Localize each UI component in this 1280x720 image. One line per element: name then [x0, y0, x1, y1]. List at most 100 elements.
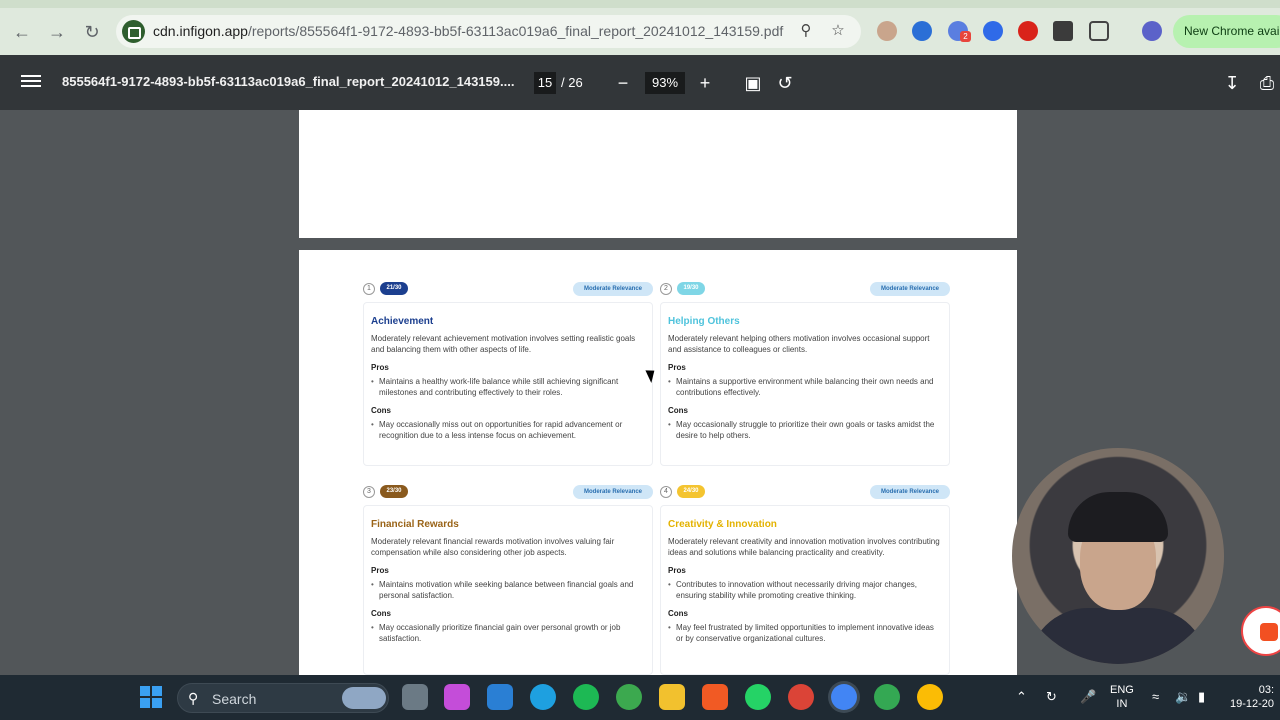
- page-number-input[interactable]: 15: [534, 72, 556, 94]
- con-item: May occasionally miss out on opportuniti…: [371, 419, 645, 441]
- language-indicator[interactable]: ENG IN: [1110, 683, 1134, 711]
- card-number: 1: [363, 283, 375, 295]
- extension-circle-icon[interactable]: [983, 21, 1003, 41]
- sync-icon[interactable]: ↻: [1046, 689, 1057, 705]
- task-view-icon[interactable]: [402, 684, 428, 710]
- taskbar-search[interactable]: ⚲ Search: [177, 683, 389, 713]
- pro-item: Contributes to innovation without necess…: [668, 579, 942, 601]
- url-text[interactable]: cdn.infigon.app/reports/855564f1-9172-48…: [153, 23, 783, 39]
- pro-item: Maintains a supportive environment while…: [668, 376, 942, 398]
- download-icon[interactable]: ↧: [1220, 71, 1244, 95]
- zoom-out-icon[interactable]: −: [611, 71, 635, 95]
- language-code: ENG: [1110, 684, 1134, 696]
- card-title: Helping Others: [668, 316, 740, 327]
- pro-item: Maintains motivation while seeking balan…: [371, 579, 645, 601]
- fit-to-page-icon[interactable]: ▣: [741, 71, 765, 95]
- print-icon[interactable]: ⎙: [1255, 71, 1279, 95]
- spotify-icon[interactable]: [573, 684, 599, 710]
- search-highlight-image: [342, 687, 386, 709]
- address-bar[interactable]: cdn.infigon.app/reports/855564f1-9172-48…: [116, 15, 861, 48]
- site-info-icon[interactable]: [122, 20, 145, 43]
- card-title: Financial Rewards: [371, 519, 459, 530]
- card-title: Achievement: [371, 316, 434, 327]
- card-header: 4 24/30 Moderate Relevance: [660, 485, 950, 501]
- windows-start-icon[interactable]: [140, 686, 163, 709]
- chrome-active-icon[interactable]: [831, 684, 857, 710]
- url-path: /reports/855564f1-9172-4893-bb5f-63113ac…: [247, 23, 784, 39]
- volume-icon[interactable]: 🔉: [1175, 689, 1191, 705]
- card-description: Moderately relevant financial rewards mo…: [371, 537, 615, 557]
- new-chrome-available-button[interactable]: New Chrome avail: [1173, 15, 1280, 48]
- con-item: May occasionally struggle to prioritize …: [668, 419, 942, 441]
- card-description: Moderately relevant helping others motiv…: [668, 334, 930, 354]
- pros-label: Pros: [668, 566, 686, 575]
- pros-label: Pros: [371, 363, 389, 372]
- card-header: 3 23/30 Moderate Relevance: [363, 485, 653, 501]
- browser-toolbar: ← → ↻ cdn.infigon.app/reports/855564f1-9…: [0, 0, 1280, 55]
- document-title: 855564f1-9172-4893-bb5f-63113ac019a6_fin…: [62, 74, 515, 89]
- whatsapp-icon[interactable]: [745, 684, 771, 710]
- relevance-badge: Moderate Relevance: [870, 485, 950, 499]
- windows-taskbar: ⚲ Search ⌃ ↻ 🎤 ENG IN ≈ 🔉 ▮ 03: 19-12-20: [0, 675, 1280, 720]
- battery-icon[interactable]: ▮: [1198, 689, 1205, 705]
- card-number: 3: [363, 486, 375, 498]
- card-description: Moderately relevant achievement motivati…: [371, 334, 636, 354]
- relevance-badge: Moderate Relevance: [573, 485, 653, 499]
- score-badge: 21/30: [380, 282, 408, 295]
- extension-red-icon[interactable]: [1018, 21, 1038, 41]
- extension-avatar-icon[interactable]: [877, 21, 897, 41]
- card-header: 2 19/30 Moderate Relevance: [660, 282, 950, 298]
- webcam-person-cap: [1068, 492, 1168, 542]
- con-item: May occasionally prioritize financial ga…: [371, 622, 645, 644]
- tab-strip: [0, 0, 1280, 8]
- score-badge: 19/30: [677, 282, 705, 295]
- chrome-profile-3-icon[interactable]: [917, 684, 943, 710]
- system-clock[interactable]: 03: 19-12-20: [1230, 683, 1274, 711]
- extensions-puzzle-icon[interactable]: [1089, 21, 1109, 41]
- extension-blue-icon[interactable]: [912, 21, 932, 41]
- profile-avatar-icon[interactable]: [1142, 21, 1162, 41]
- extension-puzzle-badge-icon[interactable]: 2: [948, 21, 971, 42]
- edge-icon[interactable]: [530, 684, 556, 710]
- cons-label: Cons: [371, 609, 391, 618]
- pros-label: Pros: [371, 566, 389, 575]
- card-number: 4: [660, 486, 672, 498]
- zoom-level-input[interactable]: 93%: [645, 72, 685, 94]
- extension-calculator-icon[interactable]: [1053, 21, 1073, 41]
- motivation-card: Helping Others Moderately relevant helpi…: [660, 302, 950, 466]
- menu-icon[interactable]: [21, 72, 41, 92]
- copilot-icon[interactable]: [444, 684, 470, 710]
- zoom-search-icon[interactable]: ⚲: [796, 21, 816, 41]
- file-explorer-icon[interactable]: [659, 684, 685, 710]
- pros-label: Pros: [668, 363, 686, 372]
- cons-label: Cons: [668, 609, 688, 618]
- extension-badge: 2: [960, 31, 971, 42]
- score-badge: 24/30: [677, 485, 705, 498]
- show-hidden-icons[interactable]: ⌃: [1016, 689, 1027, 705]
- reload-icon[interactable]: ↻: [80, 20, 104, 44]
- chrome-icon[interactable]: [788, 684, 814, 710]
- wifi-icon[interactable]: ≈: [1152, 689, 1159, 704]
- forward-arrow-icon[interactable]: →: [45, 20, 69, 44]
- pdf-page-current: 1 21/30 Moderate Relevance Achievement M…: [299, 250, 1017, 675]
- rotate-icon[interactable]: ↺: [773, 71, 797, 95]
- search-label: Search: [212, 691, 257, 707]
- microphone-icon[interactable]: 🎤: [1080, 689, 1096, 705]
- clock-date: 19-12-20: [1230, 698, 1275, 710]
- con-item: May feel frustrated by limited opportuni…: [668, 622, 942, 644]
- vscode-icon[interactable]: [487, 684, 513, 710]
- zoom-in-icon[interactable]: +: [693, 71, 717, 95]
- motivation-card: Creativity & Innovation Moderately relev…: [660, 505, 950, 675]
- chrome-profile-2-icon[interactable]: [874, 684, 900, 710]
- cons-label: Cons: [668, 406, 688, 415]
- pdf-toolbar: 855564f1-9172-4893-bb5f-63113ac019a6_fin…: [0, 55, 1280, 110]
- brave-icon[interactable]: [702, 684, 728, 710]
- pdf-page-previous: [299, 110, 1017, 238]
- back-arrow-icon[interactable]: ←: [10, 20, 34, 44]
- webcam-overlay: [1012, 448, 1224, 664]
- card-number: 2: [660, 283, 672, 295]
- motivation-card: Financial Rewards Moderately relevant fi…: [363, 505, 653, 675]
- bookmark-star-icon[interactable]: ☆: [828, 21, 848, 41]
- relevance-badge: Moderate Relevance: [573, 282, 653, 296]
- chrome-profile-icon[interactable]: [616, 684, 642, 710]
